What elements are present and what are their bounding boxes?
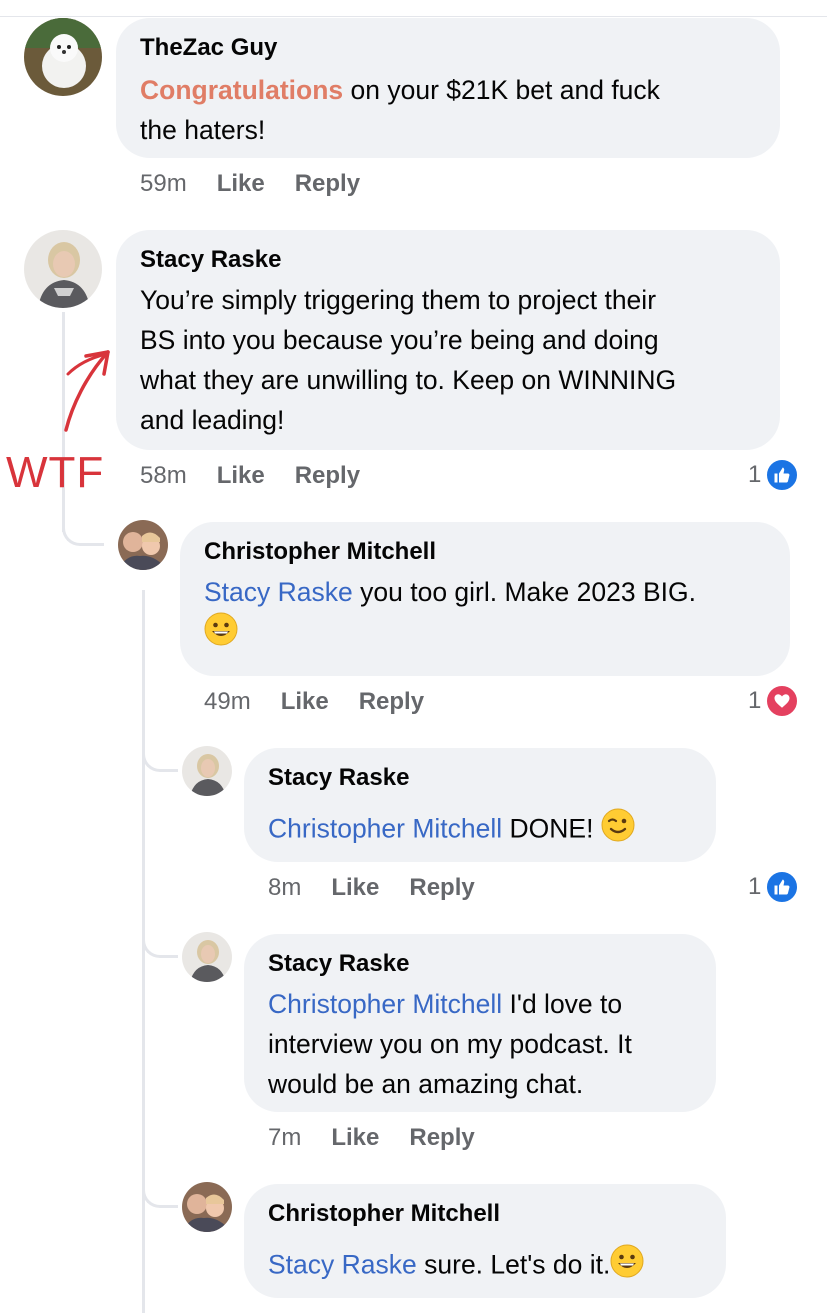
highlighted-word: Congratulations: [140, 75, 344, 105]
thread-curve-reply-3: [142, 1166, 178, 1208]
avatar-stacy-raske[interactable]: [182, 932, 232, 982]
mention-link[interactable]: Christopher Mitchell: [268, 989, 502, 1019]
love-icon: [765, 684, 800, 718]
comment-time[interactable]: 49m: [204, 688, 251, 715]
thread-curve-reply-2: [142, 916, 178, 958]
reply-button[interactable]: Reply: [295, 170, 360, 197]
like-icon: [765, 870, 800, 904]
like-button[interactable]: Like: [217, 170, 265, 197]
comment-author[interactable]: Stacy Raske: [140, 246, 281, 274]
grinning-emoji-icon: [204, 612, 238, 657]
red-arrow-annotation: [64, 350, 110, 432]
winking-emoji-icon: [601, 808, 635, 853]
comment-meta: 58m Like Reply: [140, 462, 360, 490]
comment-text: Stacy Raske sure. Let's do it.: [268, 1244, 718, 1289]
comment-meta: 59m Like Reply: [140, 170, 360, 198]
comment-text: Stacy Raske you too girl. Make 2023 BIG.: [204, 572, 784, 657]
reaction-summary[interactable]: 1: [748, 684, 800, 718]
avatar-stacy-raske[interactable]: [24, 230, 102, 308]
thread-curve-reply-1: [142, 730, 178, 772]
comment-author[interactable]: Stacy Raske: [268, 764, 409, 792]
comment-text: Christopher Mitchell I'd love to intervi…: [268, 989, 632, 1099]
avatar-stacy-raske[interactable]: [182, 746, 232, 796]
comment-author[interactable]: Christopher Mitchell: [204, 538, 436, 566]
thread-curve-christopher: [62, 500, 104, 546]
mention-link[interactable]: Christopher Mitchell: [268, 814, 502, 844]
reply-button[interactable]: Reply: [295, 462, 360, 489]
reaction-summary[interactable]: 1: [748, 870, 800, 904]
comment-meta: 7m Like Reply: [268, 1124, 475, 1152]
like-button[interactable]: Like: [281, 688, 329, 715]
comment-meta: 49m Like Reply: [204, 688, 424, 716]
grinning-emoji-icon: [610, 1244, 644, 1289]
avatar-thezac-guy[interactable]: [24, 18, 102, 96]
reaction-count: 1: [748, 873, 762, 900]
avatar-christopher-mitchell[interactable]: [118, 520, 168, 570]
like-icon: [765, 458, 800, 492]
top-divider: [0, 16, 827, 17]
like-button[interactable]: Like: [331, 1124, 379, 1151]
comment-text: You’re simply triggering them to project…: [140, 285, 677, 435]
like-button[interactable]: Like: [331, 874, 379, 901]
comment-author[interactable]: Christopher Mitchell: [268, 1200, 500, 1228]
reply-button[interactable]: Reply: [409, 1124, 474, 1151]
comment-meta: 8m Like Reply: [268, 874, 475, 902]
reply-button[interactable]: Reply: [359, 688, 424, 715]
comment-author[interactable]: TheZac Guy: [140, 34, 277, 62]
thread-line-replies: [142, 590, 145, 1313]
comment-text: Congratulations on your $21K bet and fuc…: [140, 75, 660, 145]
reaction-summary[interactable]: 1: [748, 458, 800, 492]
mention-link[interactable]: Stacy Raske: [268, 1250, 417, 1280]
comment-time[interactable]: 8m: [268, 874, 301, 901]
reply-button[interactable]: Reply: [409, 874, 474, 901]
reaction-count: 1: [748, 461, 762, 488]
avatar-christopher-mitchell[interactable]: [182, 1182, 232, 1232]
reaction-count: 1: [748, 687, 762, 714]
comment-text: Christopher Mitchell DONE!: [268, 808, 708, 853]
comment-time[interactable]: 58m: [140, 462, 187, 489]
comment-author[interactable]: Stacy Raske: [268, 950, 409, 978]
wtf-annotation: WTF: [6, 448, 105, 497]
mention-link[interactable]: Stacy Raske: [204, 577, 353, 607]
comment-time[interactable]: 7m: [268, 1124, 301, 1151]
like-button[interactable]: Like: [217, 462, 265, 489]
comment-time[interactable]: 59m: [140, 170, 187, 197]
